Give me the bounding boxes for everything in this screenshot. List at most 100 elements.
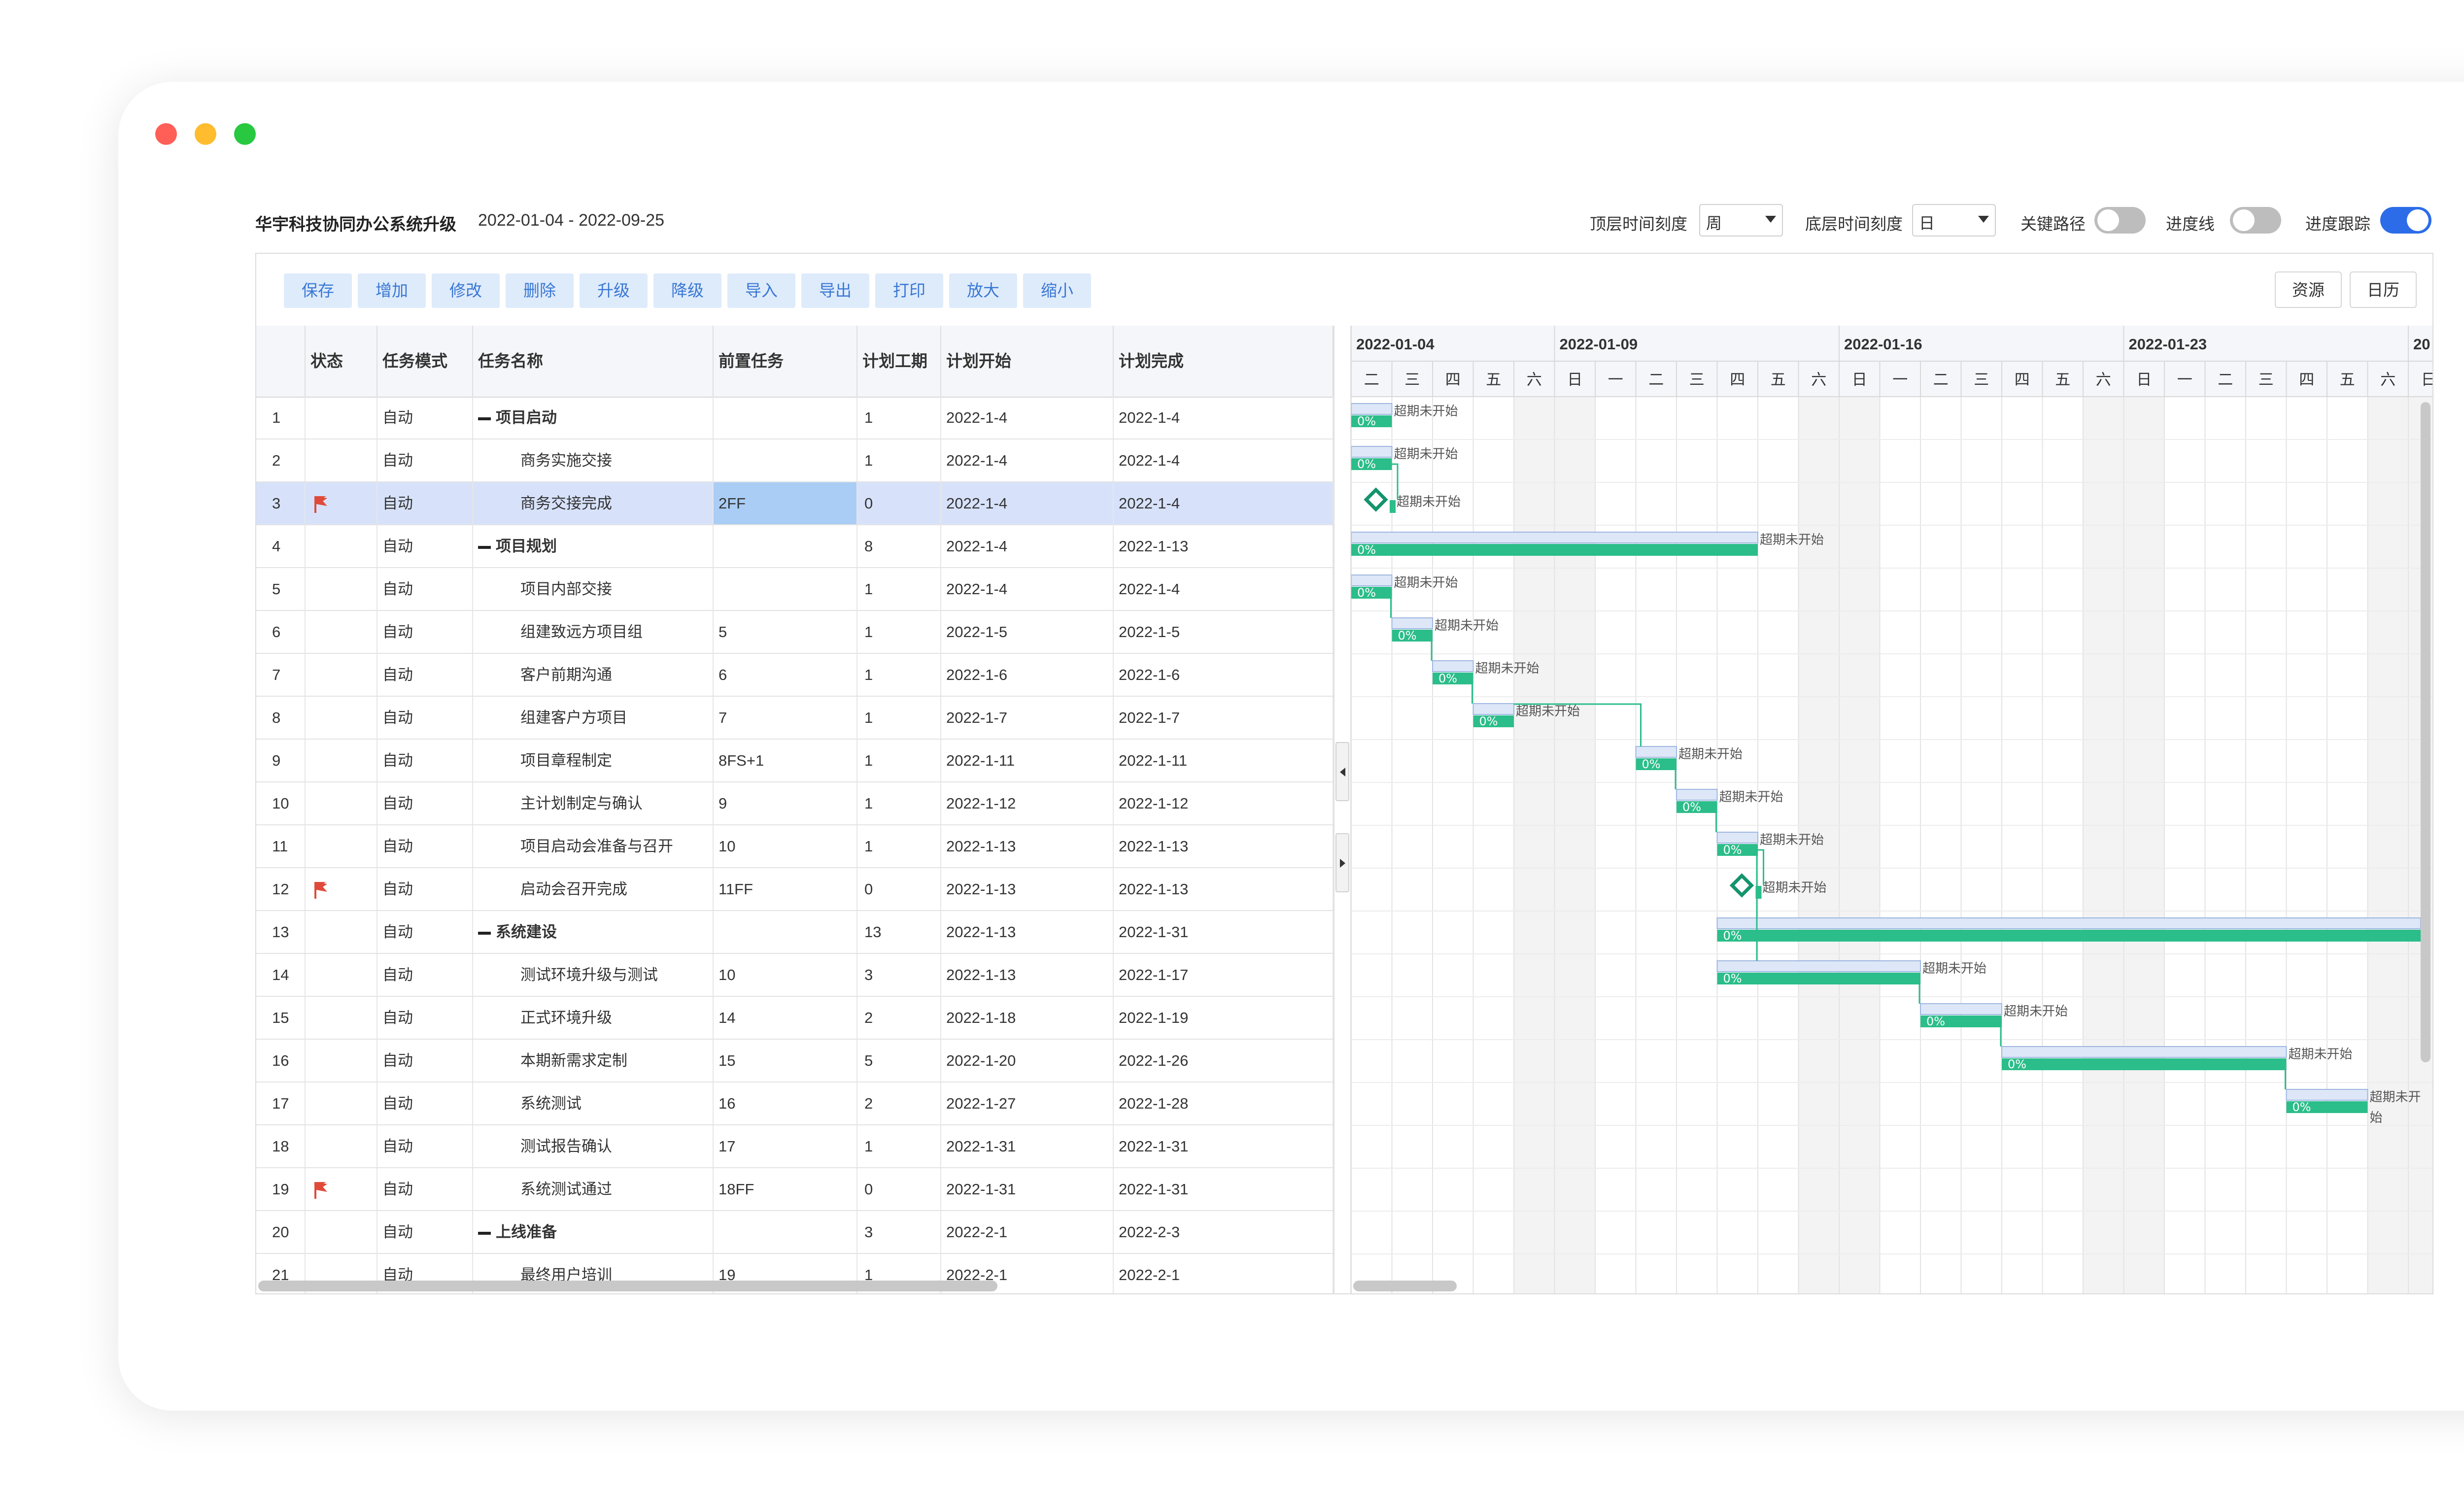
duration-cell[interactable]: 1 xyxy=(857,782,941,824)
predecessor-cell[interactable]: 6 xyxy=(714,654,857,696)
end-cell[interactable]: 2022-1-4 xyxy=(1114,482,1334,524)
close-window-dot[interactable] xyxy=(155,123,177,145)
start-cell[interactable]: 2022-2-1 xyxy=(941,1211,1114,1253)
table-row[interactable]: 16 自动 本期新需求定制 15 5 2022-1-20 2022-1-26 xyxy=(256,1040,1334,1082)
predecessor-cell[interactable]: 10 xyxy=(714,954,857,996)
end-cell[interactable]: 2022-2-3 xyxy=(1114,1211,1334,1253)
maximize-window-dot[interactable] xyxy=(234,123,256,145)
edit-button[interactable]: 修改 xyxy=(432,273,500,308)
start-cell[interactable]: 2022-1-12 xyxy=(941,782,1114,824)
row-index[interactable]: 16 xyxy=(256,1040,306,1082)
table-row[interactable]: 15 自动 正式环境升级 14 2 2022-1-18 2022-1-19 xyxy=(256,997,1334,1040)
end-cell[interactable]: 2022-1-7 xyxy=(1114,697,1334,739)
collapse-icon[interactable] xyxy=(478,545,491,549)
collapse-left-button[interactable] xyxy=(1335,742,1349,801)
import-button[interactable]: 导入 xyxy=(727,273,795,308)
duration-cell[interactable]: 0 xyxy=(857,482,941,524)
start-cell[interactable]: 2022-1-27 xyxy=(941,1082,1114,1124)
mode-cell[interactable]: 自动 xyxy=(377,782,473,824)
mode-cell[interactable]: 自动 xyxy=(377,525,473,567)
task-name-cell[interactable]: 正式环境升级 xyxy=(473,997,714,1039)
duration-cell[interactable]: 13 xyxy=(857,911,941,953)
table-row[interactable]: 18 自动 测试报告确认 17 1 2022-1-31 2022-1-31 xyxy=(256,1125,1334,1168)
start-cell[interactable]: 2022-1-5 xyxy=(941,611,1114,653)
predecessor-cell[interactable]: 10 xyxy=(714,825,857,867)
duration-cell[interactable]: 3 xyxy=(857,1211,941,1253)
duration-cell[interactable]: 1 xyxy=(857,697,941,739)
save-button[interactable]: 保存 xyxy=(284,273,352,308)
mode-cell[interactable]: 自动 xyxy=(377,1125,473,1167)
duration-cell[interactable]: 2 xyxy=(857,997,941,1039)
status-cell[interactable] xyxy=(306,868,377,910)
end-cell[interactable]: 2022-2-1 xyxy=(1114,1254,1334,1293)
task-name-cell[interactable]: 组建致远方项目组 xyxy=(473,611,714,653)
predecessor-cell[interactable] xyxy=(714,440,857,481)
collapse-right-button[interactable] xyxy=(1335,833,1349,892)
status-cell[interactable] xyxy=(306,568,377,610)
start-cell[interactable]: 2022-1-13 xyxy=(941,911,1114,953)
mode-cell[interactable]: 自动 xyxy=(377,954,473,996)
end-cell[interactable]: 2022-1-6 xyxy=(1114,654,1334,696)
row-index[interactable]: 18 xyxy=(256,1125,306,1167)
table-row[interactable]: 7 自动 客户前期沟通 6 1 2022-1-6 2022-1-6 xyxy=(256,654,1334,697)
task-name-cell[interactable]: 商务实施交接 xyxy=(473,440,714,481)
task-name-cell[interactable]: 本期新需求定制 xyxy=(473,1040,714,1082)
table-row[interactable]: 12 自动 启动会召开完成 11FF 0 2022-1-13 2022-1-13 xyxy=(256,868,1334,911)
end-cell[interactable]: 2022-1-5 xyxy=(1114,611,1334,653)
start-cell[interactable]: 2022-1-18 xyxy=(941,997,1114,1039)
top-scale-select[interactable]: 周 xyxy=(1699,204,1783,237)
column-header-end[interactable]: 计划完成 xyxy=(1114,326,1334,397)
row-index[interactable]: 6 xyxy=(256,611,306,653)
duration-cell[interactable]: 1 xyxy=(857,611,941,653)
task-name-cell[interactable]: 组建客户方项目 xyxy=(473,697,714,739)
end-cell[interactable]: 2022-1-31 xyxy=(1114,911,1334,953)
row-index[interactable]: 1 xyxy=(256,397,306,439)
mode-cell[interactable]: 自动 xyxy=(377,397,473,439)
task-name-cell[interactable]: 系统测试 xyxy=(473,1082,714,1124)
downgrade-button[interactable]: 降级 xyxy=(653,273,721,308)
status-cell[interactable] xyxy=(306,997,377,1039)
row-index[interactable]: 17 xyxy=(256,1082,306,1124)
grid-horizontal-scrollbar[interactable] xyxy=(258,1281,997,1291)
duration-cell[interactable]: 1 xyxy=(857,825,941,867)
end-cell[interactable]: 2022-1-4 xyxy=(1114,440,1334,481)
duration-cell[interactable]: 1 xyxy=(857,1125,941,1167)
end-cell[interactable]: 2022-1-17 xyxy=(1114,954,1334,996)
table-row[interactable]: 2 自动 商务实施交接 1 2022-1-4 2022-1-4 xyxy=(256,440,1334,482)
status-cell[interactable] xyxy=(306,825,377,867)
start-cell[interactable]: 2022-1-4 xyxy=(941,482,1114,524)
progress-tracking-toggle[interactable] xyxy=(2380,207,2431,234)
start-cell[interactable]: 2022-1-31 xyxy=(941,1125,1114,1167)
table-row[interactable]: 4 自动 项目规划 8 2022-1-4 2022-1-13 xyxy=(256,525,1334,568)
status-cell[interactable] xyxy=(306,482,377,524)
duration-cell[interactable]: 3 xyxy=(857,954,941,996)
end-cell[interactable]: 2022-1-19 xyxy=(1114,997,1334,1039)
status-cell[interactable] xyxy=(306,740,377,781)
predecessor-cell[interactable]: 15 xyxy=(714,1040,857,1082)
predecessor-cell[interactable]: 7 xyxy=(714,697,857,739)
end-cell[interactable]: 2022-1-13 xyxy=(1114,525,1334,567)
start-cell[interactable]: 2022-1-4 xyxy=(941,440,1114,481)
mode-cell[interactable]: 自动 xyxy=(377,740,473,781)
delete-button[interactable]: 删除 xyxy=(506,273,574,308)
status-cell[interactable] xyxy=(306,954,377,996)
critical-path-toggle[interactable] xyxy=(2094,207,2146,234)
column-header-mode[interactable]: 任务模式 xyxy=(377,326,473,397)
mode-cell[interactable]: 自动 xyxy=(377,611,473,653)
status-cell[interactable] xyxy=(306,1168,377,1210)
predecessor-cell[interactable] xyxy=(714,568,857,610)
task-name-cell[interactable]: 项目规划 xyxy=(473,525,714,567)
pane-splitter[interactable] xyxy=(1334,326,1351,1293)
start-cell[interactable]: 2022-1-11 xyxy=(941,740,1114,781)
table-row[interactable]: 19 自动 系统测试通过 18FF 0 2022-1-31 2022-1-31 xyxy=(256,1168,1334,1211)
predecessor-cell[interactable] xyxy=(714,911,857,953)
start-cell[interactable]: 2022-1-6 xyxy=(941,654,1114,696)
table-row[interactable]: 20 自动 上线准备 3 2022-2-1 2022-2-3 xyxy=(256,1211,1334,1254)
table-row[interactable]: 1 自动 项目启动 1 2022-1-4 2022-1-4 xyxy=(256,397,1334,440)
mode-cell[interactable]: 自动 xyxy=(377,1082,473,1124)
mode-cell[interactable]: 自动 xyxy=(377,654,473,696)
row-index[interactable]: 3 xyxy=(256,482,306,524)
duration-cell[interactable]: 0 xyxy=(857,1168,941,1210)
predecessor-cell[interactable]: 17 xyxy=(714,1125,857,1167)
chart-vertical-scrollbar[interactable] xyxy=(2421,402,2430,1062)
